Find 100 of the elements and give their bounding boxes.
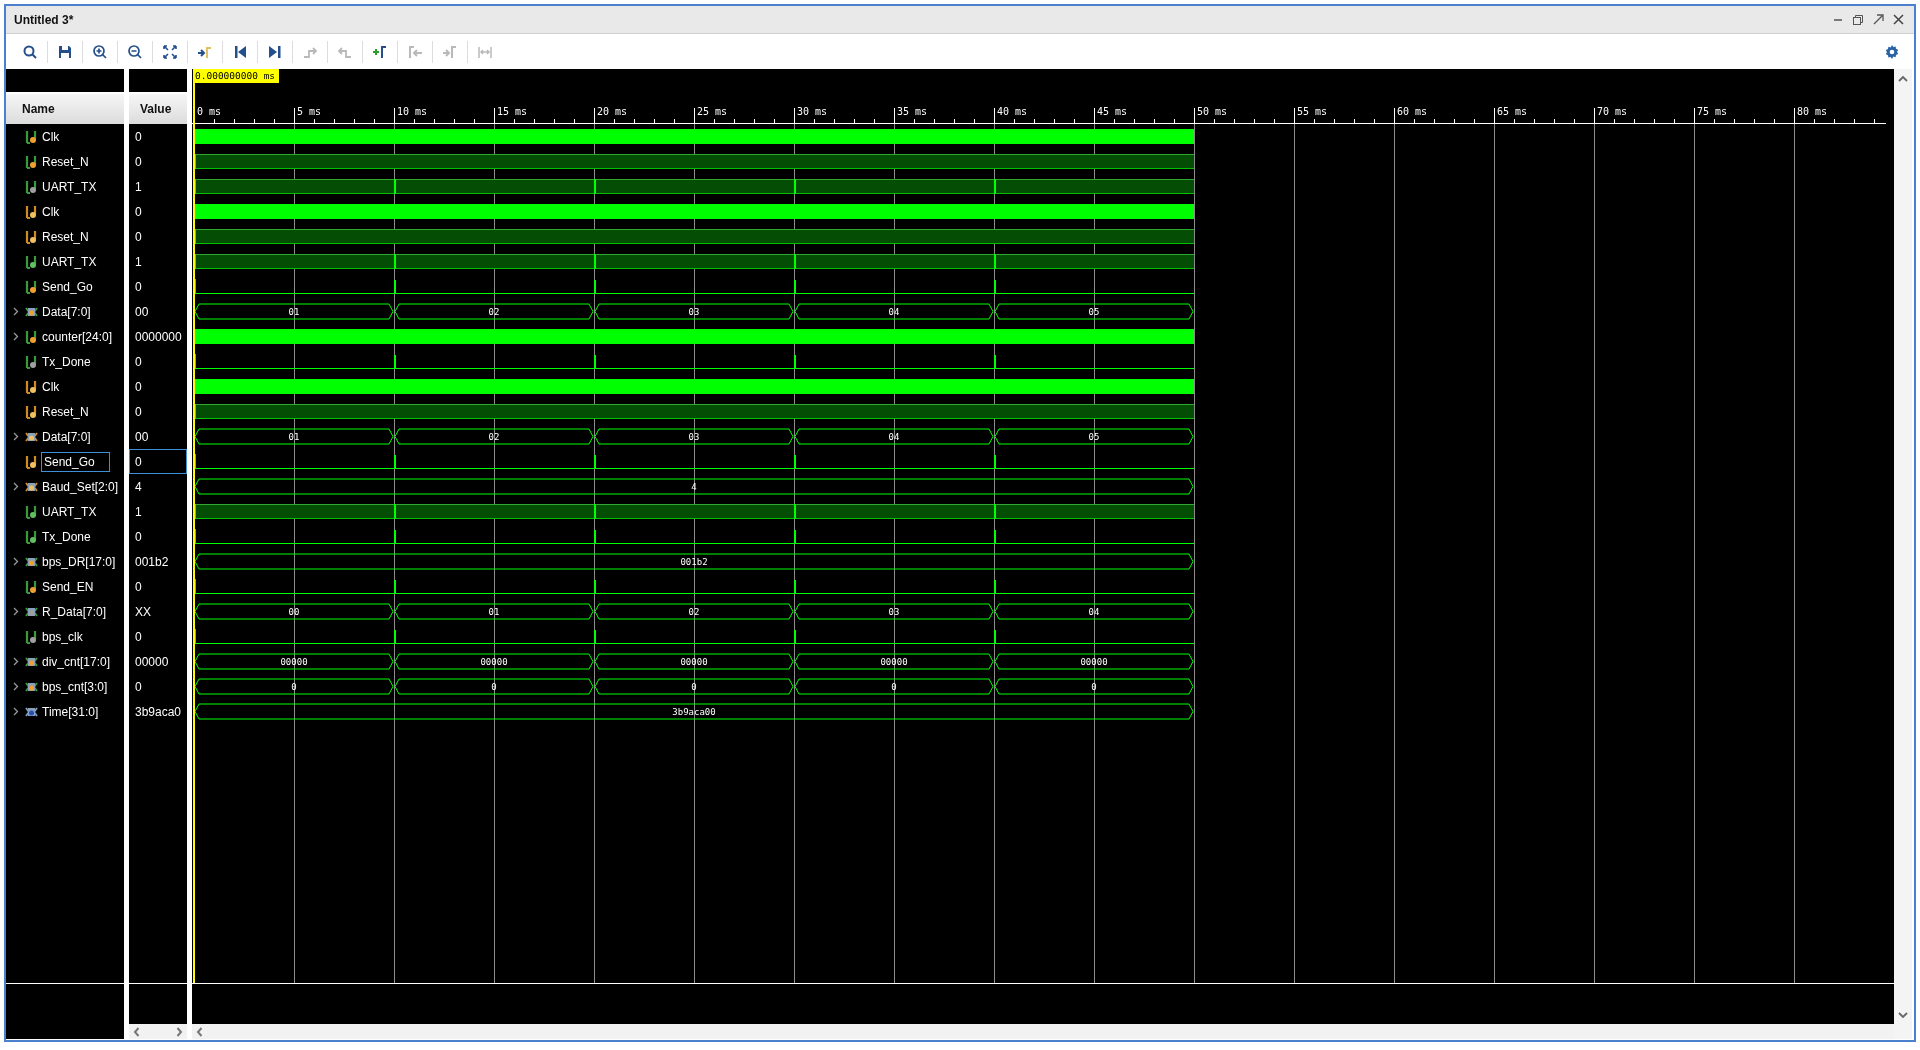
signal-value[interactable]: 0: [129, 124, 187, 149]
name-column-header[interactable]: Name: [6, 94, 124, 124]
bus-value: 00000: [480, 657, 508, 667]
scroll-down-icon[interactable]: [1898, 1011, 1908, 1019]
signal-name[interactable]: bps_clk: [42, 629, 83, 644]
expand-icon[interactable]: [13, 657, 19, 666]
signal-value[interactable]: 0: [129, 149, 187, 174]
signal-name[interactable]: Send_EN: [42, 579, 94, 594]
expand-icon[interactable]: [13, 557, 19, 566]
signal-name[interactable]: Data[7:0]: [42, 304, 91, 319]
ruler-label: 35 ms: [897, 106, 928, 117]
signal-name[interactable]: bps_cnt[3:0]: [42, 679, 108, 694]
signal-value[interactable]: 00000: [129, 649, 187, 674]
signal-value[interactable]: 4: [129, 474, 187, 499]
signal-name[interactable]: UART_TX: [42, 254, 97, 269]
ruler-label: 40 ms: [997, 106, 1028, 117]
signal-value[interactable]: 00: [129, 424, 187, 449]
signal-name[interactable]: R_Data[7:0]: [42, 604, 107, 619]
signal-value[interactable]: 3b9aca0: [129, 699, 187, 724]
skip-back-icon: [232, 43, 248, 60]
value-column-header[interactable]: Value: [129, 94, 187, 124]
signal-value[interactable]: 1: [129, 499, 187, 524]
bus-value: 03: [688, 307, 700, 317]
horizontal-scrollbar[interactable]: [129, 1024, 187, 1039]
ruler-label: 70 ms: [1597, 106, 1628, 117]
signal-icon: [25, 454, 38, 469]
ruler-label: 80 ms: [1797, 106, 1828, 117]
search-icon: [22, 43, 38, 60]
zoom-in-icon: [92, 43, 108, 60]
signal-value[interactable]: 0000000: [129, 324, 187, 349]
signal-name[interactable]: Reset_N: [42, 229, 89, 244]
scroll-left-icon[interactable]: [196, 1026, 203, 1037]
signal-icon: [25, 129, 38, 144]
signal-icon: [25, 379, 38, 394]
ruler-label: 75 ms: [1697, 106, 1728, 117]
bus-value: 0: [1091, 682, 1097, 692]
signal-value[interactable]: 0: [129, 274, 187, 299]
signal-value[interactable]: 0: [129, 674, 187, 699]
bus-value: 0: [691, 682, 697, 692]
signal-name[interactable]: Clk: [42, 379, 60, 394]
bus-value: 01: [488, 607, 500, 617]
ruler-label: 0 ms: [197, 106, 222, 117]
signal-name[interactable]: Reset_N: [42, 404, 89, 419]
signal-name[interactable]: counter[24:0]: [42, 329, 113, 344]
maximize-icon: [1872, 14, 1884, 25]
signal-value[interactable]: 0: [129, 199, 187, 224]
signal-name[interactable]: UART_TX: [42, 504, 97, 519]
signal-value[interactable]: 00: [129, 299, 187, 324]
signal-value[interactable]: 0: [129, 624, 187, 649]
ruler-label: 50 ms: [1197, 106, 1228, 117]
signal-name[interactable]: Reset_N: [42, 154, 89, 169]
bracket-arrow-icon: [407, 43, 423, 60]
signal-name[interactable]: Clk: [42, 204, 60, 219]
signal-value[interactable]: 0: [129, 374, 187, 399]
signal-value[interactable]: 1: [129, 174, 187, 199]
bus-value: 02: [488, 307, 500, 317]
zoom-out-icon: [127, 43, 143, 60]
signal-value[interactable]: 0: [129, 524, 187, 549]
signal-value[interactable]: 0: [129, 399, 187, 424]
signal-value[interactable]: 0: [129, 449, 187, 474]
signal-name[interactable]: Send_Go: [42, 279, 93, 294]
ruler-label: 45 ms: [1097, 106, 1128, 117]
ruler-label: 60 ms: [1397, 106, 1428, 117]
expand-icon[interactable]: [13, 307, 19, 316]
expand-icon[interactable]: [13, 607, 19, 616]
bus-value: 03: [888, 607, 900, 617]
expand-icon[interactable]: [13, 332, 19, 341]
signal-value[interactable]: 1: [129, 249, 187, 274]
skip-forward-icon: [267, 43, 283, 60]
expand-icon[interactable]: [13, 432, 19, 441]
signal-name[interactable]: UART_TX: [42, 179, 97, 194]
signal-value[interactable]: 0: [129, 224, 187, 249]
signal-name[interactable]: Send_Go: [42, 452, 109, 471]
signal-name[interactable]: bps_DR[17:0]: [42, 554, 116, 569]
bus-value: 02: [688, 607, 700, 617]
signal-value[interactable]: XX: [129, 599, 187, 624]
expand-icon[interactable]: [13, 707, 19, 716]
restore-icon: [1853, 14, 1863, 25]
signal-name[interactable]: div_cnt[17:0]: [42, 654, 111, 669]
signal-icon: [25, 179, 38, 194]
signal-icon: [25, 279, 38, 294]
bus-value: 03: [688, 432, 700, 442]
signal-value[interactable]: 001b2: [129, 549, 187, 574]
signal-name[interactable]: Time[31:0]: [42, 704, 99, 719]
signal-name[interactable]: Tx_Done: [42, 529, 91, 544]
expand-icon[interactable]: [13, 682, 19, 691]
signal-value[interactable]: 0: [129, 349, 187, 374]
signal-icon: [25, 529, 38, 544]
signal-name[interactable]: Data[7:0]: [42, 429, 91, 444]
signal-value[interactable]: 0: [129, 574, 187, 599]
scroll-up-icon[interactable]: [1898, 75, 1908, 83]
scroll-right-icon[interactable]: [176, 1026, 183, 1037]
vertical-scrollbar[interactable]: [1894, 69, 1912, 1039]
scroll-left-icon[interactable]: [133, 1026, 140, 1037]
signal-name[interactable]: Clk: [42, 129, 60, 144]
signal-name[interactable]: Baud_Set[2:0]: [42, 479, 119, 494]
bus-value: 4: [691, 482, 697, 492]
ruler-label: 55 ms: [1297, 106, 1328, 117]
expand-icon[interactable]: [13, 482, 19, 491]
signal-name[interactable]: Tx_Done: [42, 354, 91, 369]
